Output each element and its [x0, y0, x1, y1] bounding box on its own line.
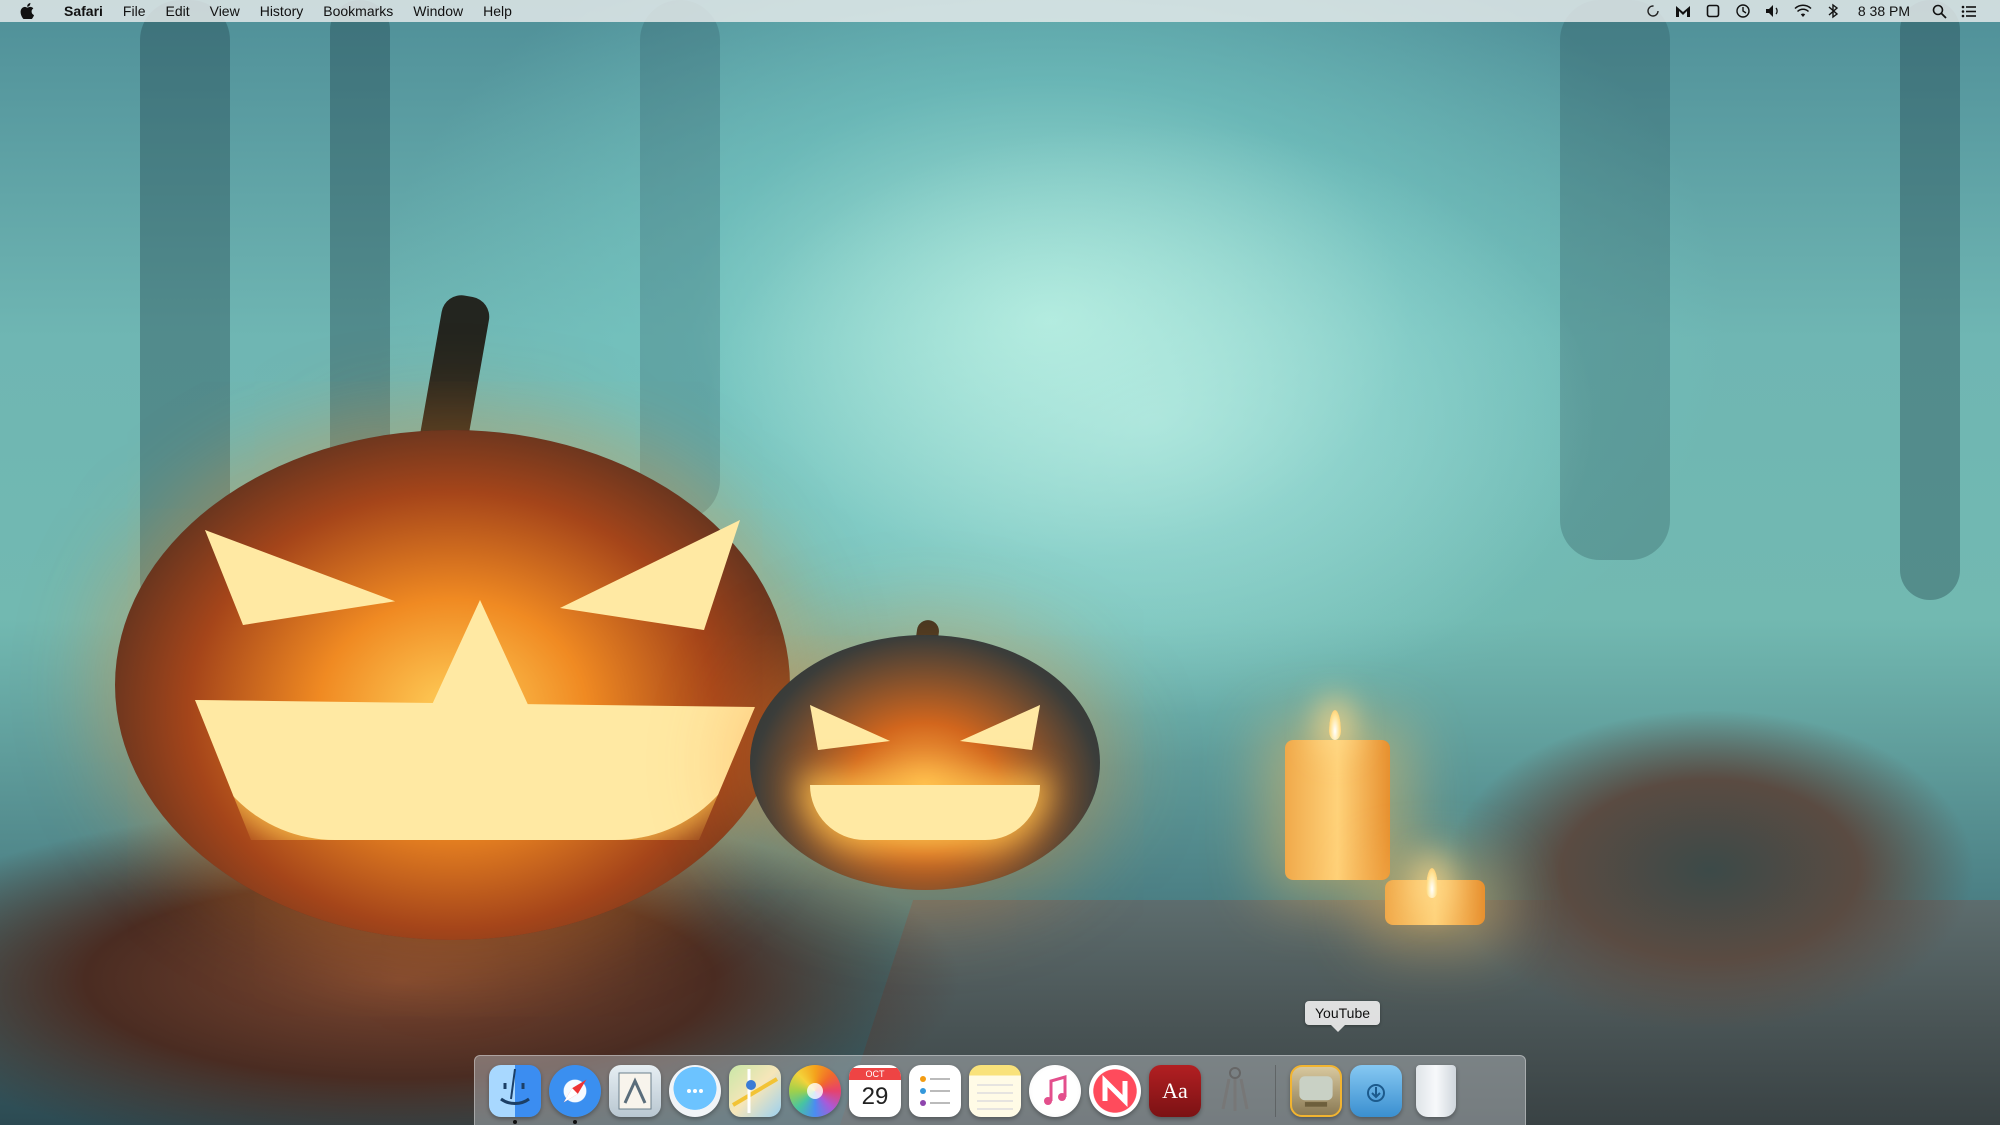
pumpkin-mouth [810, 785, 1040, 840]
dock-item-messages[interactable] [665, 1061, 725, 1121]
notes-icon [969, 1064, 1021, 1117]
menu-file[interactable]: File [113, 0, 156, 22]
dock-item-youtube[interactable] [1286, 1061, 1346, 1121]
candle [1285, 740, 1390, 880]
photos-icon [789, 1064, 841, 1117]
menu-bar-left: Safari File Edit View History Bookmarks … [0, 0, 522, 22]
menu-bar-clock[interactable]: 8 38 PM [1848, 0, 1924, 22]
dock-item-keychain-access[interactable] [1205, 1061, 1265, 1121]
tree-trunk [1900, 0, 1960, 600]
dock-item-calendar[interactable]: OCT 29 [845, 1061, 905, 1121]
mail-icon [609, 1064, 661, 1117]
calendar-icon: OCT 29 [849, 1064, 901, 1117]
time-machine-icon[interactable] [1728, 0, 1758, 22]
youtube-icon [1290, 1064, 1342, 1117]
running-indicator [513, 1119, 517, 1124]
safari-icon [549, 1064, 601, 1117]
dock-item-mail[interactable] [605, 1061, 665, 1121]
dock-item-maps[interactable] [725, 1061, 785, 1121]
downloads-folder-icon [1350, 1064, 1402, 1117]
menu-bar: Safari File Edit View History Bookmarks … [0, 0, 2000, 22]
screen-icon[interactable] [1698, 0, 1728, 22]
reminders-icon [909, 1064, 961, 1117]
messages-icon [669, 1064, 721, 1117]
wifi-icon[interactable] [1788, 0, 1818, 22]
dock-separator [1275, 1064, 1276, 1117]
running-indicator [573, 1119, 577, 1124]
maps-icon [729, 1064, 781, 1117]
volume-icon[interactable] [1758, 0, 1788, 22]
dictionary-icon: Aa [1149, 1064, 1201, 1117]
dock-item-photos[interactable] [785, 1061, 845, 1121]
dock-tooltip: YouTube [1305, 1001, 1381, 1032]
calendar-day: 29 [861, 1082, 889, 1110]
finder-icon [489, 1064, 541, 1117]
fallen-leaves [1380, 690, 2000, 1050]
calendar-month: OCT [849, 1067, 901, 1080]
dock-item-notes[interactable] [965, 1061, 1025, 1121]
apple-logo-icon[interactable] [20, 2, 36, 20]
pumpkin-mouth [195, 700, 755, 840]
sync-icon[interactable] [1638, 0, 1668, 22]
menu-view[interactable]: View [200, 0, 250, 22]
tree-trunk [330, 0, 390, 480]
dock-item-itunes[interactable] [1025, 1061, 1085, 1121]
news-icon [1089, 1064, 1141, 1117]
menu-bookmarks[interactable]: Bookmarks [313, 0, 403, 22]
dock-item-finder[interactable] [485, 1061, 545, 1124]
candle-flame [1329, 710, 1341, 740]
menu-app-name[interactable]: Safari [54, 0, 113, 22]
menu-bar-right: 8 38 PM [1638, 0, 2000, 22]
dock-item-reminders[interactable] [905, 1061, 965, 1121]
menu-history[interactable]: History [250, 0, 314, 22]
desktop-wallpaper [0, 0, 2000, 1125]
dock: OCT 29 Aa [474, 1055, 1526, 1125]
dock-item-dictionary[interactable]: Aa [1145, 1061, 1205, 1121]
dictionary-glyph: Aa [1162, 1077, 1188, 1103]
notification-center-icon[interactable] [1954, 0, 1984, 22]
trash-icon [1416, 1064, 1456, 1117]
menu-help[interactable]: Help [473, 0, 522, 22]
malwarebytes-icon[interactable] [1668, 0, 1698, 22]
dock-item-downloads[interactable] [1346, 1061, 1406, 1121]
keychain-icon [1209, 1065, 1261, 1117]
spotlight-search-icon[interactable] [1924, 0, 1954, 22]
itunes-icon [1029, 1064, 1081, 1117]
bluetooth-icon[interactable] [1818, 0, 1848, 22]
dock-item-trash[interactable] [1406, 1061, 1466, 1121]
dock-item-news[interactable] [1085, 1061, 1145, 1121]
fog [700, 120, 1600, 720]
jack-o-lantern-small [750, 635, 1100, 890]
dock-item-safari[interactable] [545, 1061, 605, 1124]
menu-edit[interactable]: Edit [155, 0, 199, 22]
menu-window[interactable]: Window [403, 0, 473, 22]
